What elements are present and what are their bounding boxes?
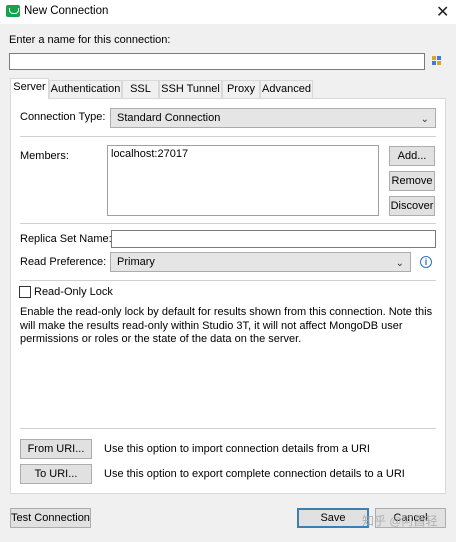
- info-icon[interactable]: i: [420, 256, 432, 268]
- members-label: Members:: [20, 150, 69, 162]
- connection-type-value: Standard Connection: [117, 112, 221, 124]
- discover-button[interactable]: Discover: [389, 196, 435, 216]
- from-uri-button[interactable]: From URI...: [20, 439, 92, 459]
- list-item[interactable]: localhost:27017: [111, 148, 375, 160]
- from-uri-description: Use this option to import connection det…: [104, 443, 370, 455]
- close-icon[interactable]: ✕: [436, 2, 449, 22]
- save-button[interactable]: Save: [297, 508, 369, 528]
- divider: [20, 136, 436, 137]
- grid-icon[interactable]: [432, 56, 443, 67]
- add-member-button[interactable]: Add...: [389, 146, 435, 166]
- connection-name-label: Enter a name for this connection:: [9, 34, 171, 46]
- connection-type-select[interactable]: Standard Connection ⌄: [110, 108, 436, 128]
- connection-type-label: Connection Type:: [20, 111, 106, 123]
- replica-set-label: Replica Set Name:: [20, 233, 112, 245]
- watermark: 知乎 @阿昌轻: [362, 514, 438, 528]
- members-list[interactable]: localhost:27017: [107, 145, 379, 216]
- tab-ssl[interactable]: SSL: [122, 80, 159, 98]
- tab-proxy[interactable]: Proxy: [222, 80, 260, 98]
- tab-authentication[interactable]: Authentication: [49, 80, 122, 98]
- replica-set-input[interactable]: [111, 230, 436, 248]
- readonly-lock-label[interactable]: Read-Only Lock: [34, 286, 113, 298]
- tab-ssh-tunnel[interactable]: SSH Tunnel: [159, 80, 222, 98]
- divider: [20, 428, 436, 429]
- read-preference-value: Primary: [117, 256, 155, 268]
- title-bar: New Connection ✕: [0, 0, 456, 24]
- readonly-lock-checkbox[interactable]: [19, 286, 31, 298]
- chevron-down-icon: ⌄: [395, 258, 404, 269]
- chevron-down-icon: ⌄: [420, 114, 429, 125]
- divider: [20, 280, 436, 281]
- to-uri-description: Use this option to export complete conne…: [104, 468, 405, 480]
- divider: [20, 223, 436, 224]
- read-preference-select[interactable]: Primary ⌄: [110, 252, 411, 272]
- test-connection-button[interactable]: Test Connection: [10, 508, 91, 528]
- studio3t-app-icon: [6, 5, 20, 17]
- readonly-description: Enable the read-only lock by default for…: [20, 306, 433, 345]
- remove-member-button[interactable]: Remove: [389, 171, 435, 191]
- window-title: New Connection: [24, 5, 109, 17]
- to-uri-button[interactable]: To URI...: [20, 464, 92, 484]
- tab-server[interactable]: Server: [10, 78, 49, 99]
- tab-advanced[interactable]: Advanced: [260, 80, 313, 98]
- read-preference-label: Read Preference:: [20, 256, 107, 268]
- connection-name-input[interactable]: [9, 53, 425, 70]
